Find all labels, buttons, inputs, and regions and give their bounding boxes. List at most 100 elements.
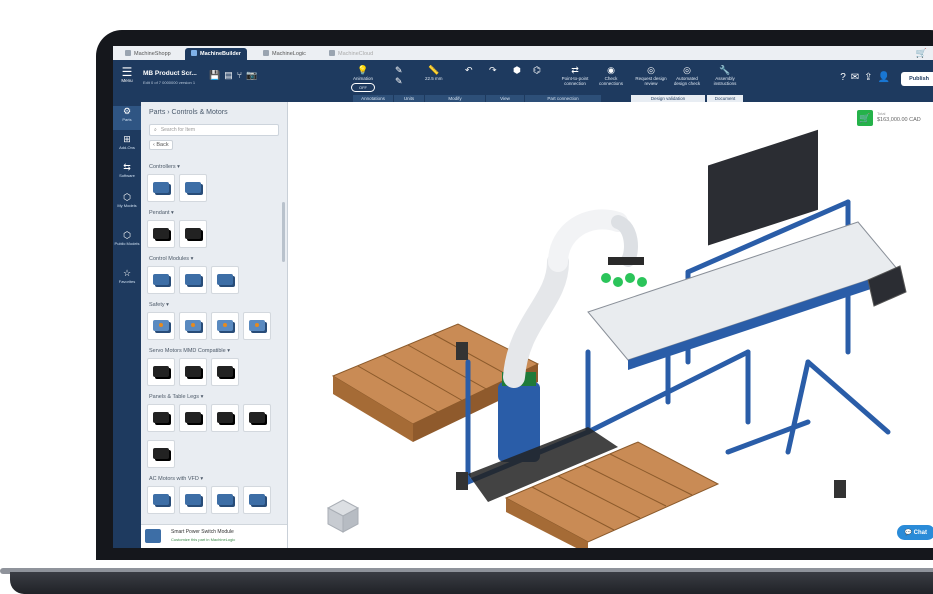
part-image: [185, 412, 201, 423]
part-thumbnail[interactable]: [243, 312, 271, 340]
tab-machinecloud[interactable]: MachineCloud: [323, 48, 379, 60]
machine-scene[interactable]: [288, 102, 933, 548]
part-thumbnail[interactable]: [179, 220, 207, 248]
annotation-tool[interactable]: ✎ ✎: [395, 65, 403, 87]
part-image: [185, 182, 201, 193]
part-thumbnail[interactable]: [147, 174, 175, 202]
tab-app-icon: [191, 50, 197, 56]
project-subtitle: Edit 0 of 7 0000000 version 1: [143, 80, 196, 85]
rail-add-ons[interactable]: ⊞ Add-Ons: [113, 134, 141, 150]
help-icon[interactable]: ?: [840, 72, 851, 83]
panel-scrollbar[interactable]: [282, 202, 285, 262]
public-models-icon: ⬡: [123, 230, 131, 240]
part-thumbnail[interactable]: [211, 312, 239, 340]
undo-button[interactable]: ↶: [465, 65, 473, 76]
point-to-point-icon: ⇄: [571, 65, 579, 75]
redo-button[interactable]: ↷: [489, 65, 497, 76]
favorites-icon: ☆: [122, 268, 132, 278]
part-thumbnail[interactable]: [211, 266, 239, 294]
rail-my-models[interactable]: ⬡ My Models: [113, 192, 141, 208]
part-thumbnail[interactable]: [179, 312, 207, 340]
part-thumbnail[interactable]: [211, 404, 239, 432]
search-input[interactable]: ⌕ Search for Item: [149, 124, 279, 136]
part-thumbnail[interactable]: [179, 404, 207, 432]
design-check-icon: ◎: [683, 65, 691, 75]
category-header[interactable]: Safety ▾: [149, 302, 169, 308]
category-header[interactable]: Control Modules ▾: [149, 256, 193, 262]
part-thumbnail[interactable]: [179, 174, 207, 202]
part-thumbnail[interactable]: [147, 404, 175, 432]
part-thumbnail[interactable]: [147, 312, 175, 340]
design-check-button[interactable]: ◎ Automated design check: [671, 65, 703, 86]
part-thumbnail[interactable]: [147, 486, 175, 514]
category-header[interactable]: Panels & Table Legs ▾: [149, 394, 203, 400]
feedback-icon[interactable]: ✉: [851, 72, 864, 83]
category-header[interactable]: Servo Motors MMD Compatible ▾: [149, 348, 230, 354]
project-title[interactable]: MB Product Scr...: [143, 70, 197, 77]
request-review-icon: ◎: [647, 65, 655, 75]
part-thumbnail[interactable]: [243, 486, 271, 514]
user-icon[interactable]: 👤: [878, 72, 895, 83]
total-price: $163,000.00 CAD: [877, 117, 921, 123]
view-cube-button[interactable]: ⬢: [513, 65, 521, 76]
cube-icon: ⬢: [513, 65, 521, 75]
shopping-cart-icon[interactable]: 🛒: [916, 48, 927, 59]
chat-button[interactable]: 💬 Chat: [896, 525, 933, 540]
document-icon[interactable]: ▤: [224, 70, 237, 80]
publish-button[interactable]: Publish: [901, 72, 933, 86]
check-connections-button[interactable]: ◉ Check connections: [595, 65, 627, 86]
part-thumbnail[interactable]: [147, 440, 175, 468]
assembly-instructions-button[interactable]: 🔧 Assembly instructions: [709, 65, 741, 86]
tab-machineshopp[interactable]: MachineShopp: [119, 48, 177, 60]
breadcrumb[interactable]: Parts › Controls & Motors: [149, 109, 228, 116]
part-thumbnail[interactable]: [147, 220, 175, 248]
rail-favorites[interactable]: ☆ Favorites: [113, 268, 141, 284]
part-thumbnail[interactable]: [211, 358, 239, 386]
units-value: 22.5 mm: [425, 76, 443, 81]
tab-app-icon: [263, 50, 269, 56]
check-connection-icon: ◉: [607, 65, 615, 75]
camera-icon[interactable]: 📷: [246, 70, 261, 80]
units-tool[interactable]: 📏 22.5 mm: [425, 65, 443, 81]
parts-panel: Parts › Controls & Motors ⌕ Search for It…: [141, 102, 288, 548]
menu-button[interactable]: ☰ Menu: [119, 66, 135, 83]
part-image: [153, 412, 169, 423]
hamburger-icon: ☰: [121, 65, 133, 79]
part-image: [217, 320, 233, 331]
share-icon[interactable]: ⑂: [237, 70, 246, 80]
back-button[interactable]: ‹ Back: [149, 140, 173, 150]
rail-software[interactable]: ⇆ Software: [113, 162, 141, 178]
request-review-button[interactable]: ◎ Request design review: [635, 65, 667, 86]
part-thumbnail[interactable]: [179, 266, 207, 294]
tab-machinelogic[interactable]: MachineLogic: [257, 48, 312, 60]
selected-part-subtitle[interactable]: Customize this part in MachineLogic: [171, 537, 235, 542]
save-icon[interactable]: 💾: [209, 70, 224, 80]
point-to-point-button[interactable]: ⇄ Point-to-point connection: [559, 65, 591, 86]
3d-viewport[interactable]: 🛒 Total $163,000.00 CAD 💬 Chat: [288, 102, 933, 548]
cart-summary[interactable]: 🛒 Total $163,000.00 CAD: [857, 110, 929, 128]
part-image: [249, 412, 265, 423]
selected-part-footer[interactable]: Smart Power Switch Module Customize this…: [141, 524, 287, 548]
part-thumbnail[interactable]: [243, 404, 271, 432]
part-thumbnail[interactable]: [147, 266, 175, 294]
export-icon[interactable]: ⇪: [864, 72, 877, 83]
rail-parts[interactable]: ⚙ Parts: [113, 106, 141, 130]
part-thumbnail[interactable]: [147, 358, 175, 386]
undo-icon: ↶: [465, 65, 473, 75]
part-thumbnail[interactable]: [179, 358, 207, 386]
category-header[interactable]: AC Motors with VFD ▾: [149, 476, 203, 482]
animation-tool[interactable]: 💡 Animation OFF: [351, 65, 375, 92]
animation-toggle[interactable]: OFF: [351, 83, 375, 92]
view-cube-widget[interactable]: [326, 498, 360, 534]
category-header[interactable]: Pendant ▾: [149, 210, 174, 216]
part-image: [185, 494, 201, 505]
section-document: Document: [707, 95, 743, 102]
part-thumbnail[interactable]: [211, 486, 239, 514]
tree-view-button[interactable]: ⌬: [533, 65, 541, 76]
tab-machinebuilder[interactable]: MachineBuilder: [185, 48, 247, 60]
rail-public-models[interactable]: ⬡ Public Models: [113, 230, 141, 246]
part-thumbnail[interactable]: [179, 486, 207, 514]
app-tab-bar: MachineShopp MachineBuilder MachineLogic…: [113, 46, 933, 61]
category-header[interactable]: Controllers ▾: [149, 164, 180, 170]
cart-icon[interactable]: 🛒: [857, 110, 873, 126]
